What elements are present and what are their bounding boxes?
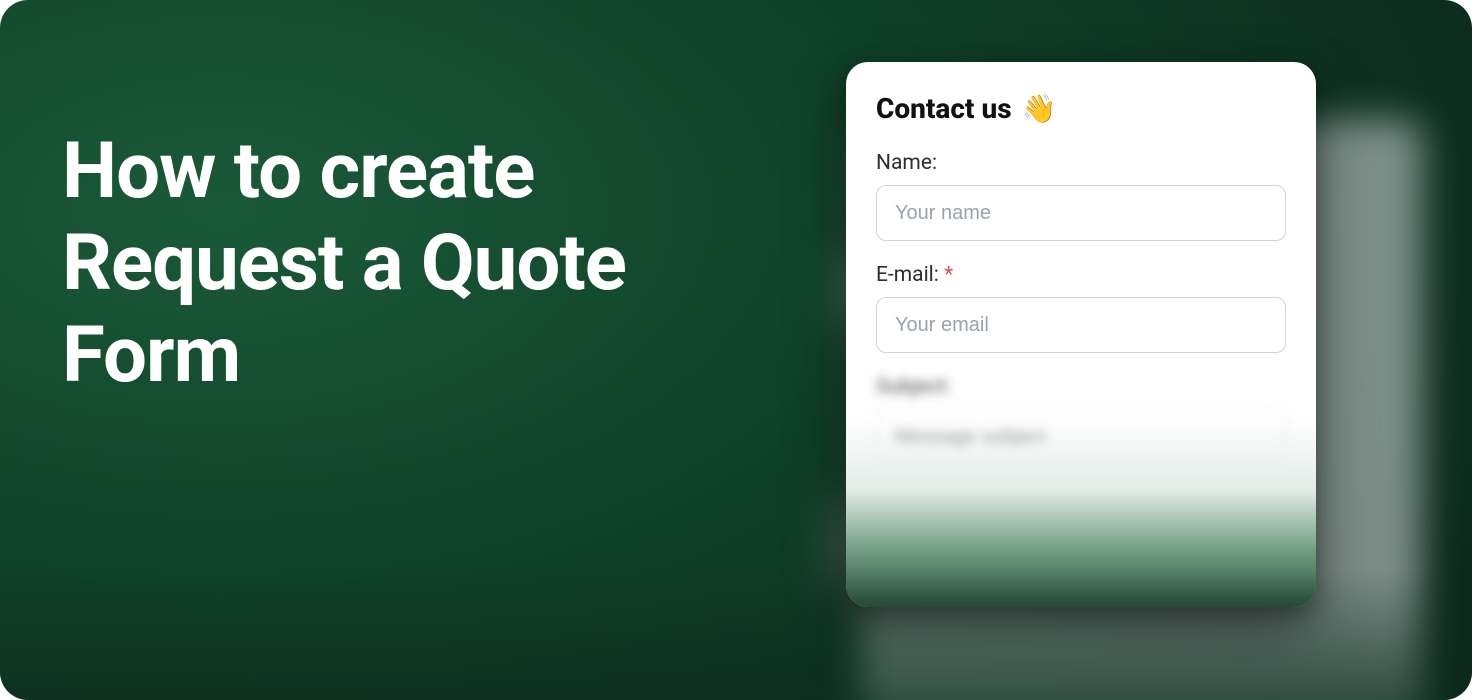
subject-field: Subject: xyxy=(876,375,1286,465)
required-mark: * xyxy=(944,263,953,287)
email-label-text: E-mail: xyxy=(876,263,939,287)
wave-icon: 👋 xyxy=(1022,92,1057,125)
hero-banner: How to create Request a Quote Form Conta… xyxy=(0,0,1472,700)
name-field: Name: xyxy=(876,151,1286,241)
contact-form-card: Contact us 👋 Name: E-mail: * Subject: xyxy=(846,62,1316,607)
name-input[interactable] xyxy=(876,185,1286,241)
email-label: E-mail: * xyxy=(876,263,1286,287)
form-title: Contact us 👋 xyxy=(876,92,1286,125)
form-title-text: Contact us xyxy=(876,92,1012,125)
subject-input[interactable] xyxy=(876,409,1286,465)
subject-label: Subject: xyxy=(876,375,1286,399)
name-label: Name: xyxy=(876,151,1286,175)
email-input[interactable] xyxy=(876,297,1286,353)
email-field: E-mail: * xyxy=(876,263,1286,353)
page-title: How to create Request a Quote Form xyxy=(62,126,782,402)
